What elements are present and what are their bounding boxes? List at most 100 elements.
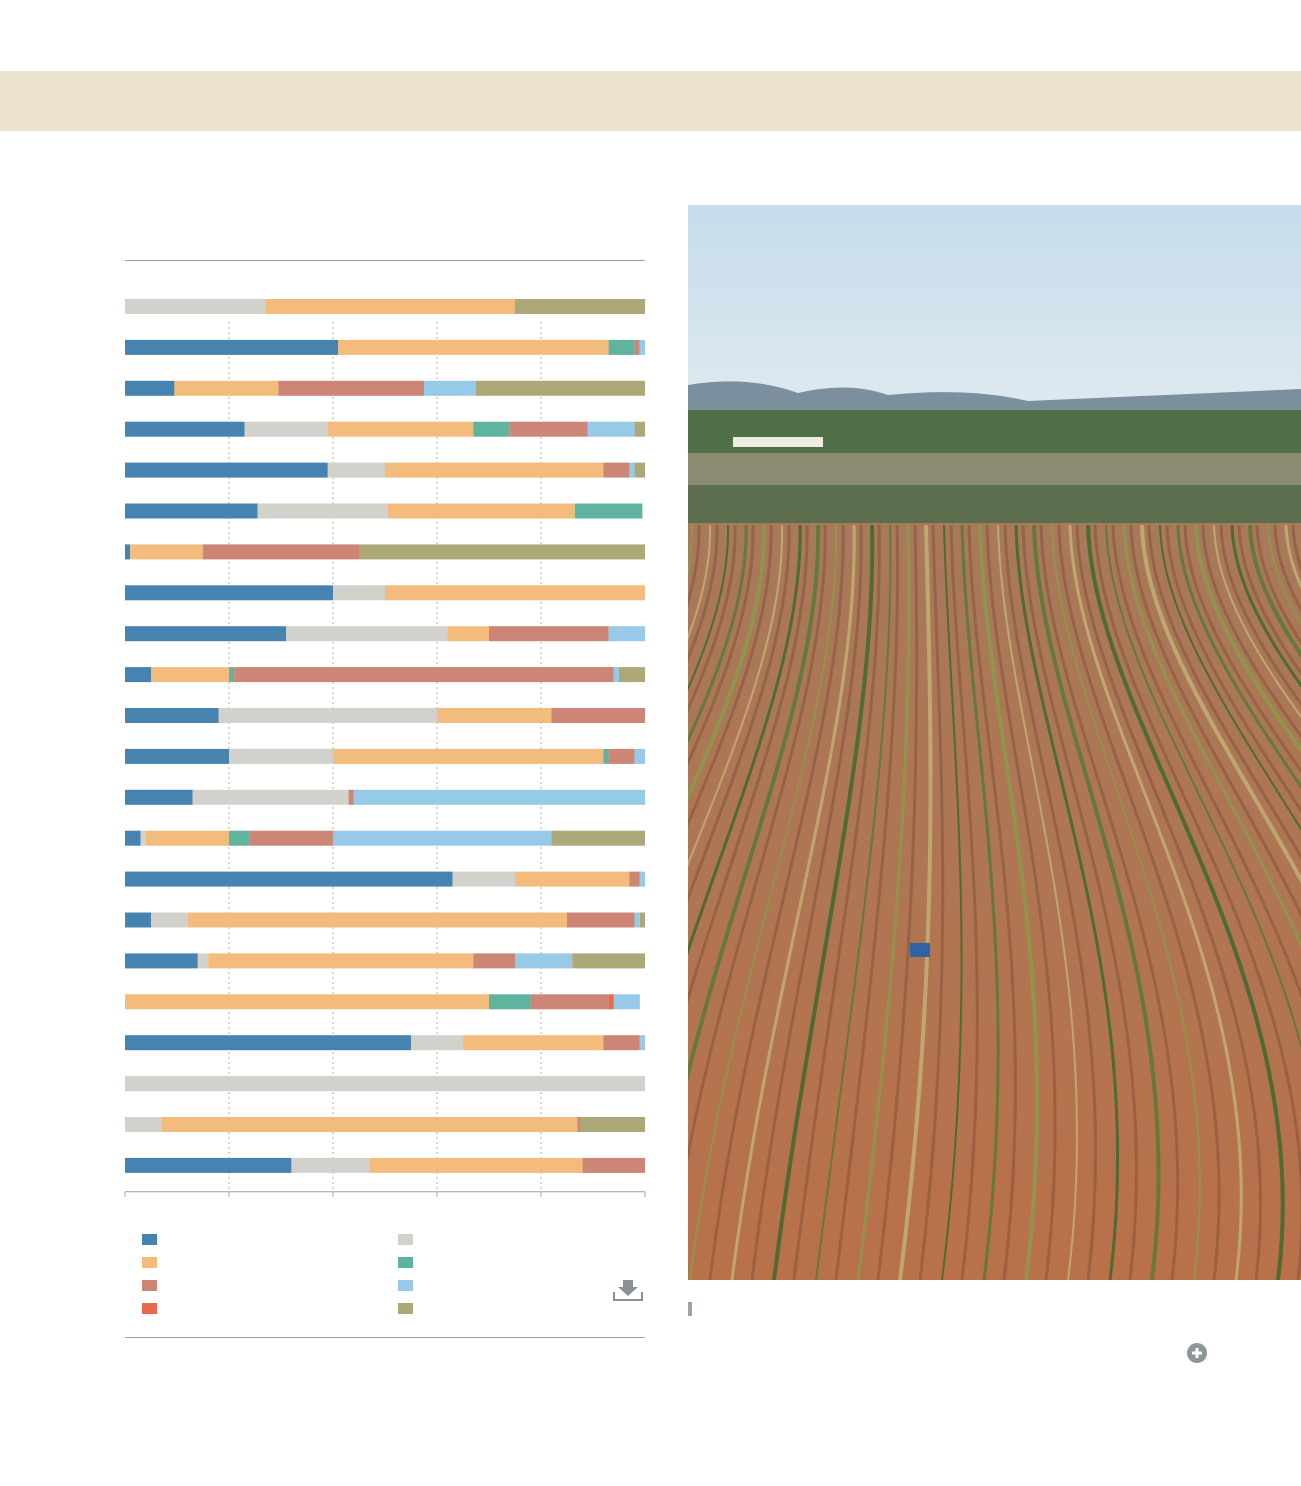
bar-segment-row-2-series-1 [125, 339, 339, 355]
bar-segment-row-20-series-2 [125, 1076, 645, 1092]
zoom-plus-icon[interactable] [1186, 1342, 1208, 1364]
bar-segment-row-18-series-4 [489, 994, 531, 1010]
bar-segment-row-17-series-8 [572, 953, 645, 969]
bar-segment-row-8-series-1 [125, 585, 333, 601]
bar-segment-row-14-series-4 [229, 830, 250, 846]
bar-segment-row-17-series-2 [197, 953, 209, 969]
bar-segment-row-12-series-3 [333, 748, 604, 764]
bar-segment-row-5-series-7 [629, 462, 635, 478]
bar-segment-row-12-series-1 [125, 748, 229, 764]
bar-segment-row-3-series-1 [125, 380, 175, 396]
bar-segment-row-19-series-7 [639, 1035, 645, 1051]
bar-segment-row-14-series-5 [249, 830, 333, 846]
bar-segment-row-9-series-2 [286, 626, 448, 642]
bar-segment-row-4-series-2 [244, 421, 328, 437]
bar-segment-row-5-series-2 [327, 462, 385, 478]
bar-segment-row-9-series-5 [489, 626, 609, 642]
bar-segment-row-14-series-2 [140, 830, 146, 846]
bar-segment-row-12-series-4 [603, 748, 609, 764]
bar-segment-row-3-series-8 [476, 380, 645, 396]
download-icon[interactable] [612, 1278, 644, 1302]
bar-segment-row-6-series-4 [574, 503, 643, 519]
bar-segment-row-5-series-3 [385, 462, 604, 478]
bar-segment-row-3-series-5 [278, 380, 424, 396]
bar-segment-row-16-series-5 [567, 912, 635, 928]
legend-swatch [142, 1234, 157, 1245]
bar-segment-row-10-series-1 [125, 667, 151, 683]
bar-segment-row-9-series-3 [447, 626, 489, 642]
bar-segment-row-4-series-5 [509, 421, 588, 437]
bar-segment-row-19-series-3 [463, 1035, 604, 1051]
bar-segment-row-2-series-3 [338, 339, 609, 355]
bar-segment-row-7-series-3 [130, 544, 203, 560]
bar-segment-row-7-series-8 [359, 544, 645, 560]
chart-bottom-rule [125, 1337, 645, 1338]
bar-segment-row-22-series-5 [582, 1157, 645, 1173]
bar-segment-row-15-series-1 [125, 871, 453, 887]
bar-segment-row-8-series-3 [385, 585, 645, 601]
legend-item [142, 1232, 382, 1248]
bar-segment-row-18-series-5 [530, 994, 609, 1010]
bar-segment-row-10-series-3 [151, 667, 229, 683]
bar-segment-row-13-series-7 [353, 789, 645, 805]
bar-segment-row-14-series-8 [551, 830, 645, 846]
bar-segment-row-12-series-2 [229, 748, 333, 764]
legend-item [142, 1278, 382, 1294]
bar-segment-row-8-series-2 [333, 585, 385, 601]
bar-segment-row-21-series-5 [577, 1117, 580, 1132]
bar-segment-row-13-series-5 [348, 789, 354, 805]
legend-swatch [398, 1303, 413, 1314]
bar-segment-row-5-series-1 [125, 462, 328, 478]
bar-segment-row-21-series-8 [580, 1117, 645, 1132]
legend-item [398, 1301, 638, 1317]
bar-segment-row-9-series-1 [125, 626, 287, 642]
bar-segment-row-9-series-7 [608, 626, 645, 642]
bar-segment-row-22-series-1 [125, 1157, 292, 1173]
legend-swatch [142, 1257, 157, 1268]
legend-item [398, 1232, 638, 1248]
legend-item [398, 1278, 638, 1294]
bar-segment-row-6-series-3 [387, 503, 575, 519]
legend-item [142, 1301, 382, 1317]
bar-segment-row-11-series-1 [125, 708, 219, 723]
bar-segment-row-14-series-3 [145, 830, 229, 846]
bar-segment-row-1-series-8 [515, 299, 645, 314]
bar-segment-row-14-series-1 [125, 830, 141, 846]
bar-segment-row-4-series-8 [634, 421, 645, 437]
bar-segment-row-15-series-7 [639, 871, 645, 887]
bar-segment-row-10-series-8 [619, 667, 645, 683]
bar-segment-row-15-series-5 [629, 871, 640, 887]
bar-segment-row-4-series-3 [327, 421, 474, 437]
legend-swatch [142, 1303, 157, 1314]
chart-legend [142, 1232, 622, 1322]
bar-segment-row-15-series-3 [515, 871, 630, 887]
bar-segment-row-19-series-1 [125, 1035, 411, 1051]
bar-segment-row-22-series-2 [291, 1157, 370, 1173]
bar-segment-row-6-series-2 [257, 503, 388, 519]
bar-segment-row-7-series-5 [203, 544, 359, 560]
bar-segment-row-18-series-7 [613, 994, 640, 1010]
bar-segment-row-18-series-3 [125, 994, 489, 1010]
caption-marker [688, 1302, 692, 1316]
bar-segment-row-19-series-5 [603, 1035, 640, 1051]
bar-segment-row-18-series-6 [608, 994, 614, 1010]
legend-item [398, 1255, 638, 1271]
bar-segment-row-13-series-1 [125, 789, 193, 805]
bar-segment-row-16-series-3 [187, 912, 567, 928]
bar-segment-row-13-series-2 [192, 789, 349, 805]
bar-segment-row-19-series-2 [411, 1035, 463, 1051]
bar-segment-row-4-series-1 [125, 421, 245, 437]
bar-segment-row-16-series-7 [634, 912, 640, 928]
bar-segment-row-21-series-3 [161, 1117, 578, 1132]
bar-segment-row-1-series-2 [125, 299, 266, 314]
bar-segment-row-3-series-7 [424, 380, 476, 396]
bar-segment-row-11-series-5 [551, 708, 645, 723]
bar-segment-row-3-series-3 [174, 380, 279, 396]
bar-segment-row-2-series-7 [639, 339, 645, 355]
bar-segment-row-17-series-3 [208, 953, 474, 969]
bar-segment-row-4-series-4 [473, 421, 510, 437]
bar-segment-row-6-series-1 [125, 503, 258, 519]
bar-segment-row-10-series-4 [229, 667, 235, 683]
bar-segment-row-10-series-5 [234, 667, 614, 683]
legend-swatch [398, 1280, 413, 1291]
